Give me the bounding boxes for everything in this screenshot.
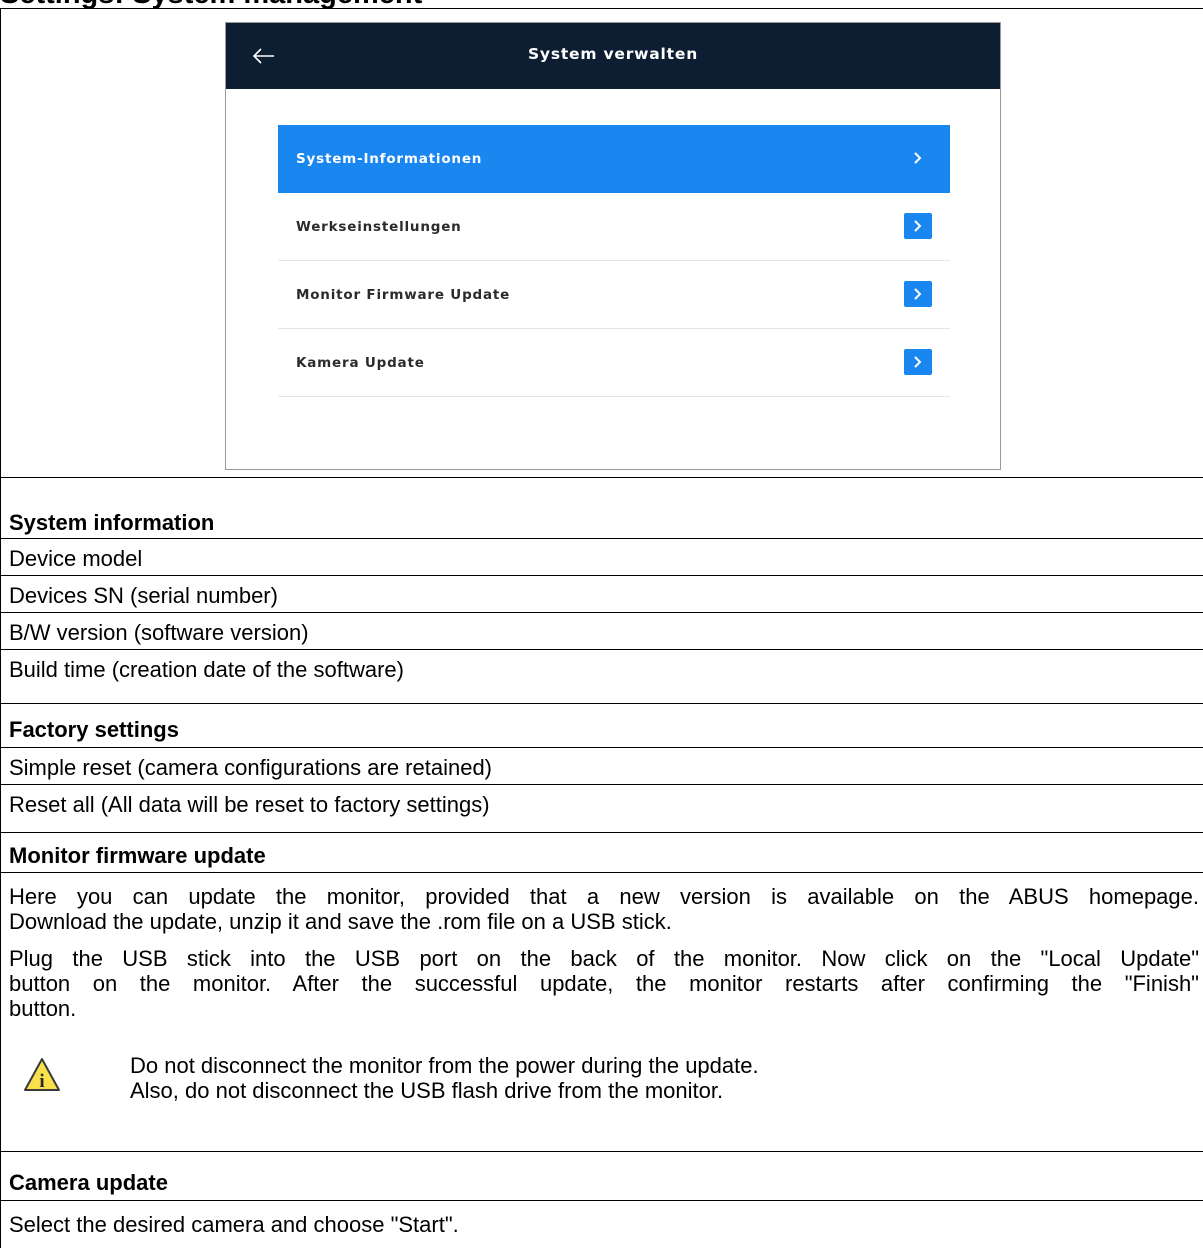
paragraph: Select the desired camera and choose "St… bbox=[9, 1212, 459, 1237]
camera-update-section: Camera update Select the desired camera … bbox=[1, 1152, 1203, 1252]
list-item: B/W version (software version) bbox=[9, 620, 309, 645]
chevron-right-icon[interactable] bbox=[904, 281, 932, 307]
paragraph: Plug the USB stick into the USB port on … bbox=[9, 946, 1199, 1021]
chevron-right-icon[interactable] bbox=[904, 213, 932, 239]
paragraph-line: Download the update, unzip it and save t… bbox=[9, 909, 672, 934]
warning-note: i Do not disconnect the monitor from the… bbox=[1, 1043, 1203, 1113]
menu-item-system-informationen[interactable]: System-Informationen bbox=[278, 125, 950, 193]
paragraph-line: button. bbox=[9, 996, 77, 1021]
system-information-section: System information Device model Devices … bbox=[1, 478, 1203, 704]
paragraph: Here you can update the monitor, provide… bbox=[9, 884, 1199, 934]
svg-text:i: i bbox=[39, 1071, 44, 1092]
warning-info-icon: i bbox=[23, 1056, 61, 1094]
list-item: Reset all (All data will be reset to fac… bbox=[9, 792, 490, 817]
menu-item-label: Monitor Firmware Update bbox=[296, 287, 511, 303]
screenshot-row: System verwalten System-Informationen We… bbox=[1, 9, 1203, 478]
list-item: Devices SN (serial number) bbox=[9, 583, 278, 608]
section-heading: Camera update bbox=[9, 1170, 168, 1195]
screen-title: System verwalten bbox=[527, 45, 699, 63]
menu-item-label: System-Informationen bbox=[296, 151, 483, 167]
menu-item-label: Werkseinstellungen bbox=[296, 219, 462, 235]
screen-header: System verwalten bbox=[226, 23, 1000, 89]
warning-text: Do not disconnect the monitor from the p… bbox=[130, 1053, 759, 1078]
paragraph-line: Plug the USB stick into the USB port on … bbox=[9, 946, 1199, 971]
menu-item-kamera-update[interactable]: Kamera Update bbox=[278, 329, 950, 397]
chevron-right-icon bbox=[904, 145, 932, 171]
factory-settings-section: Factory settings Simple reset (camera co… bbox=[1, 704, 1203, 833]
paragraph-line: button on the monitor. After the success… bbox=[9, 971, 1199, 996]
settings-table: System verwalten System-Informationen We… bbox=[0, 8, 1203, 1248]
section-heading: Monitor firmware update bbox=[9, 843, 266, 868]
menu-item-monitor-firmware-update[interactable]: Monitor Firmware Update bbox=[278, 261, 950, 329]
monitor-firmware-update-section: Monitor firmware update Here you can upd… bbox=[1, 833, 1203, 1152]
section-heading: System information bbox=[9, 510, 215, 535]
list-item: Simple reset (camera configurations are … bbox=[9, 755, 493, 780]
section-heading: Factory settings bbox=[9, 717, 179, 742]
chevron-right-icon[interactable] bbox=[904, 349, 932, 375]
warning-text: Also, do not disconnect the USB flash dr… bbox=[130, 1078, 724, 1103]
list-item: Build time (creation date of the softwar… bbox=[9, 657, 404, 682]
menu-item-label: Kamera Update bbox=[296, 355, 425, 371]
list-item: Device model bbox=[9, 546, 143, 571]
monitor-screen: System verwalten System-Informationen We… bbox=[225, 22, 1001, 470]
paragraph-line: Here you can update the monitor, provide… bbox=[9, 884, 1199, 909]
back-arrow-icon[interactable] bbox=[248, 37, 288, 75]
menu-item-werkseinstellungen[interactable]: Werkseinstellungen bbox=[278, 193, 950, 261]
